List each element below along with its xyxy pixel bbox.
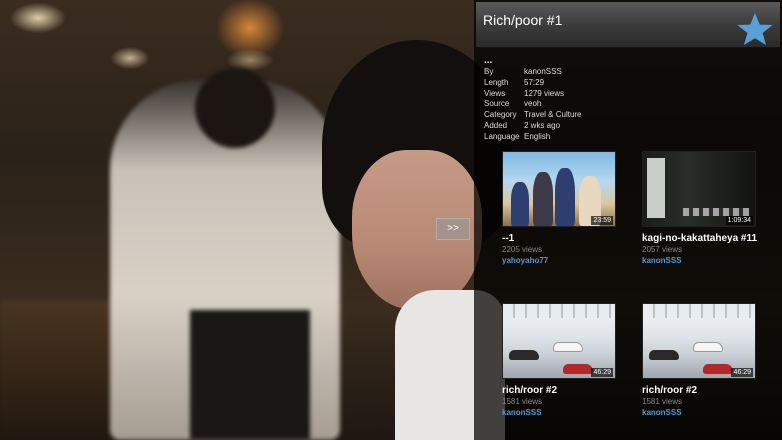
- related-video-card[interactable]: 23:59 --1 2205 views yahoyaho77: [502, 151, 632, 266]
- related-video-card[interactable]: 46:29 rich/roor #2 1581 views kanonSSS: [642, 303, 772, 418]
- video-thumbnail[interactable]: 46:29: [642, 303, 756, 379]
- detail-value: 2 wks ago: [524, 120, 561, 130]
- detail-key: By: [484, 67, 494, 76]
- related-video-views: 1581 views: [502, 397, 543, 406]
- detail-row-source: Source veoh: [484, 99, 582, 110]
- detail-value: Travel & Culture: [524, 110, 582, 120]
- video-frame-apron: [190, 310, 310, 440]
- detail-value: English: [524, 131, 551, 141]
- related-video-user[interactable]: kanonSSS: [502, 408, 632, 418]
- related-video-views: 2057 views: [642, 245, 683, 254]
- related-video-views: 2205 views: [502, 245, 543, 254]
- related-video-title[interactable]: --1: [502, 233, 632, 244]
- video-frame-figure-head: [195, 68, 275, 148]
- detail-row-by: By kanonSSS: [484, 67, 582, 78]
- detail-value: 57:29: [524, 77, 545, 87]
- detail-row-category: Category Travel & Culture: [484, 110, 582, 121]
- detail-key: Length: [484, 77, 509, 87]
- detail-key: Category: [484, 110, 517, 120]
- detail-key: Added: [484, 120, 508, 130]
- video-duration: 46:29: [731, 368, 753, 377]
- video-duration: 23:59: [591, 216, 613, 225]
- detail-row-views: Views 1279 views: [484, 89, 582, 100]
- video-details: ... By kanonSSS Length 57:29 Views 1279 …: [484, 56, 582, 143]
- star-icon[interactable]: [736, 12, 774, 46]
- related-video-card[interactable]: 46:29 rich/roor #2 1581 views kanonSSS: [502, 303, 632, 418]
- related-video-title[interactable]: rich/roor #2: [642, 385, 772, 396]
- video-thumbnail[interactable]: 23:59: [502, 151, 616, 227]
- detail-key: Language: [484, 131, 520, 141]
- related-video-card[interactable]: 1:09:34 kagi-no-kakattaheya #11 2057 vie…: [642, 151, 772, 266]
- related-video-title[interactable]: kagi-no-kakattaheya #11: [642, 233, 772, 244]
- detail-value: veoh: [524, 99, 542, 109]
- detail-row-added: Added 2 wks ago: [484, 121, 582, 132]
- video-title: Rich/poor #1: [483, 12, 563, 28]
- video-duration: 46:29: [591, 368, 613, 377]
- video-duration: 1:09:34: [725, 216, 753, 225]
- detail-value: 1279 views: [524, 88, 565, 98]
- video-info-panel: Rich/poor #1 ... By kanonSSS Length 57:2…: [474, 0, 782, 440]
- expand-panel-button[interactable]: >>: [436, 218, 470, 240]
- detail-row-length: Length 57:29: [484, 78, 582, 89]
- related-video-user[interactable]: kanonSSS: [642, 256, 772, 266]
- detail-key: Source: [484, 99, 510, 109]
- video-thumbnail[interactable]: 46:29: [502, 303, 616, 379]
- details-ellipsis: ...: [484, 55, 493, 66]
- related-video-user[interactable]: kanonSSS: [642, 408, 772, 418]
- panel-header: Rich/poor #1: [476, 2, 780, 48]
- related-video-title[interactable]: rich/roor #2: [502, 385, 632, 396]
- related-video-views: 1581 views: [642, 397, 683, 406]
- related-video-user[interactable]: yahoyaho77: [502, 256, 632, 266]
- video-thumbnail[interactable]: 1:09:34: [642, 151, 756, 227]
- detail-value: kanonSSS: [524, 67, 562, 76]
- detail-key: Views: [484, 88, 506, 98]
- detail-row-language: Language English: [484, 132, 582, 143]
